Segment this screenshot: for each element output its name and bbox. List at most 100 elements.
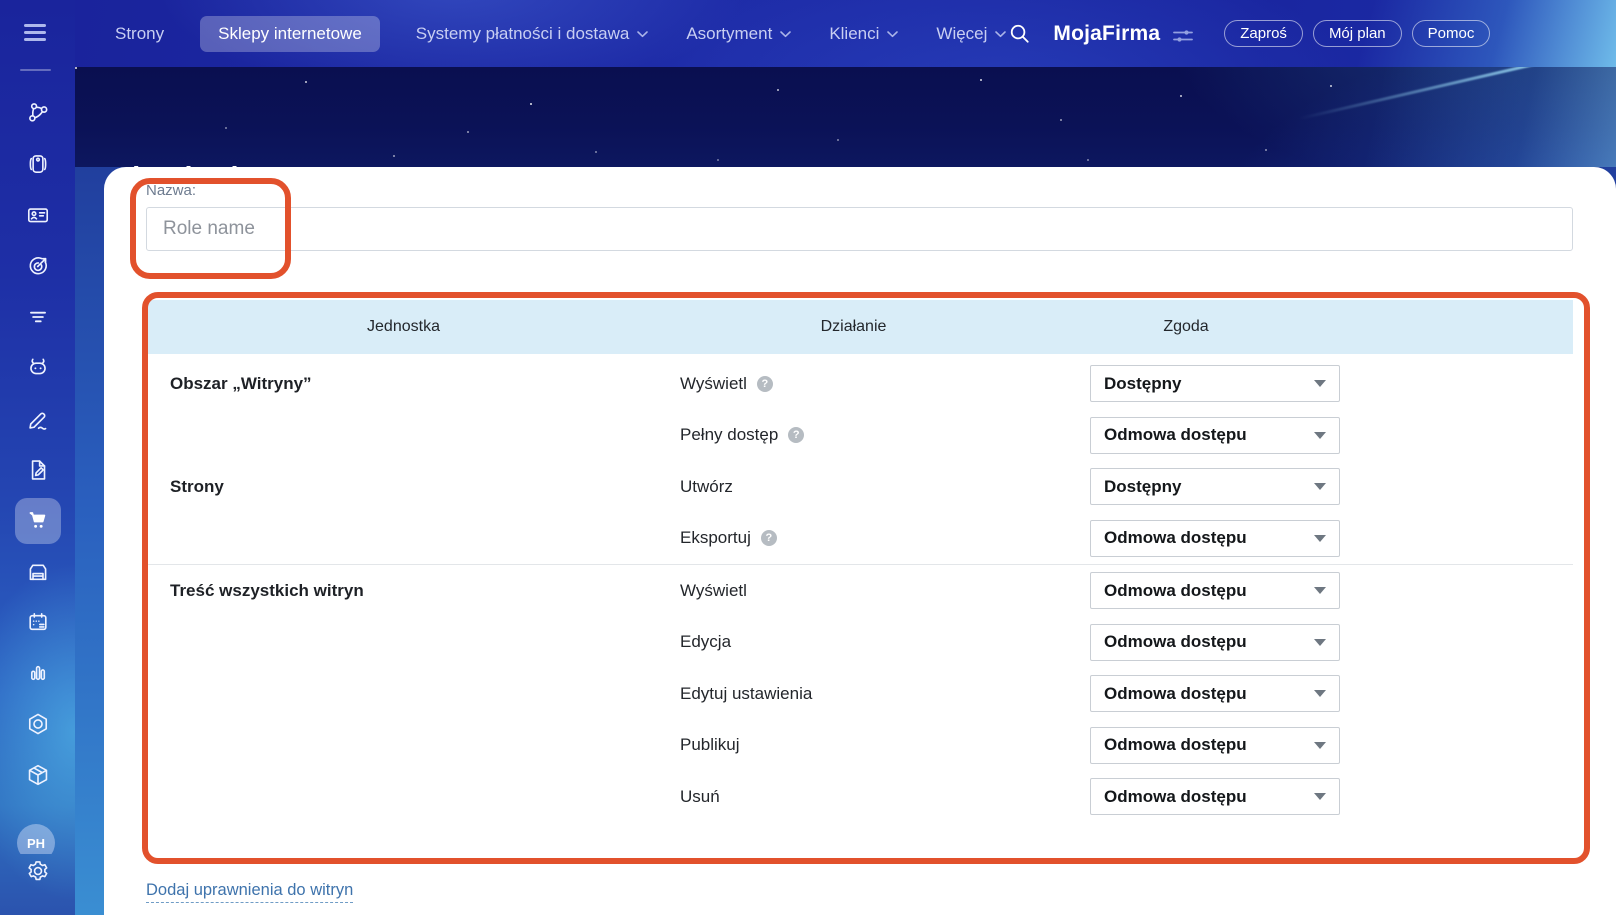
- gear-settings-icon[interactable]: [25, 858, 51, 884]
- permission-value: Odmowa dostępu: [1104, 735, 1247, 755]
- action-label: Edycja: [680, 632, 732, 652]
- sidebar-divider: [20, 69, 51, 71]
- hero-banner: Edytuj rolę: [75, 67, 1616, 167]
- topbar-button[interactable]: Pomoc: [1411, 20, 1491, 47]
- permission-value: Odmowa dostępu: [1104, 580, 1247, 600]
- permission-value: Odmowa dostępu: [1104, 683, 1247, 703]
- permission-row: Eksportuj ? Odmowa dostępu: [146, 513, 1573, 565]
- topbar-button[interactable]: Mój plan: [1312, 20, 1402, 47]
- storefront-icon[interactable]: [25, 559, 51, 585]
- nav-item-label: Więcej: [936, 23, 988, 43]
- chevron-down-icon: [887, 31, 899, 38]
- nav-item-label: Klienci: [829, 23, 880, 43]
- header-zgoda: Zgoda: [1163, 318, 1209, 335]
- help-icon[interactable]: ?: [760, 530, 777, 547]
- hexagon-apps-icon[interactable]: [25, 711, 51, 737]
- id-card-icon[interactable]: [25, 202, 51, 228]
- action-label: Usuń: [680, 786, 720, 806]
- permission-row: Publikuj Odmowa dostępu: [146, 720, 1573, 772]
- filter-funnel-icon[interactable]: [25, 304, 51, 330]
- permission-value: Odmowa dostępu: [1104, 786, 1247, 806]
- main-nav: Strony Sklepy internetowe Systemy płatno…: [113, 15, 1008, 52]
- avatar[interactable]: PH: [17, 824, 55, 854]
- permission-row: Usuń Odmowa dostępu: [146, 771, 1573, 823]
- entity-label: Treść wszystkich witryn: [170, 580, 364, 600]
- site-name[interactable]: MojaFirma: [1053, 22, 1160, 46]
- pencil-edit-icon[interactable]: [25, 407, 51, 433]
- comet-streak: [1298, 67, 1544, 121]
- nav-item[interactable]: Klienci: [827, 16, 900, 52]
- permission-dropdown[interactable]: Odmowa dostępu: [1090, 416, 1340, 454]
- permission-row: Edycja Odmowa dostępu: [146, 617, 1573, 669]
- nav-item[interactable]: Asortyment: [684, 16, 793, 52]
- topbar-button[interactable]: Zaproś: [1224, 20, 1303, 47]
- nav-item-label: Asortyment: [686, 23, 773, 43]
- chevron-down-icon: [637, 31, 649, 38]
- caret-down-icon: [1314, 587, 1326, 595]
- caret-down-icon: [1314, 741, 1326, 749]
- star-field: [75, 67, 77, 69]
- shopping-cart-icon[interactable]: [14, 498, 61, 544]
- action-label: Utwórz: [680, 476, 733, 496]
- nav-item[interactable]: Strony: [113, 16, 166, 52]
- target-marketing-icon[interactable]: [25, 253, 51, 279]
- topbar-right: MojaFirma Zaproś Mój plan Pomoc: [1008, 20, 1491, 47]
- help-icon[interactable]: ?: [788, 427, 805, 444]
- hamburger-menu-icon[interactable]: [24, 24, 46, 46]
- mobile-device-icon[interactable]: [25, 151, 51, 177]
- permission-dropdown[interactable]: Odmowa dostępu: [1090, 519, 1340, 557]
- permission-dropdown[interactable]: Odmowa dostępu: [1090, 675, 1340, 713]
- nav-item-label: Systemy płatności i dostawa: [415, 23, 630, 43]
- permissions-table-header: Jednostka Działanie Zgoda: [146, 300, 1573, 354]
- permission-value: Odmowa dostępu: [1104, 528, 1247, 548]
- chevron-down-icon: [995, 31, 1007, 38]
- entity-label: Obszar „Witryny”: [170, 373, 312, 393]
- share-network-icon[interactable]: [25, 100, 51, 126]
- header-dzialanie: Działanie: [820, 318, 887, 335]
- caret-down-icon: [1314, 483, 1326, 491]
- nav-item[interactable]: Sklepy internetowe: [200, 15, 380, 52]
- permission-dropdown[interactable]: Odmowa dostępu: [1090, 623, 1340, 661]
- permissions-table: Jednostka Działanie Zgoda Obszar „Witryn…: [146, 300, 1573, 823]
- chevron-down-icon: [780, 31, 792, 38]
- permission-dropdown[interactable]: Odmowa dostępu: [1090, 726, 1340, 764]
- edit-role-card: Nazwa: Jednostka Działanie Zgoda Obszar …: [104, 167, 1616, 915]
- document-sign-icon[interactable]: [25, 457, 51, 483]
- action-label: Edytuj ustawienia: [680, 683, 813, 703]
- search-icon[interactable]: [1008, 22, 1031, 45]
- action-label: Publikuj: [680, 735, 740, 755]
- topbar-buttons: Zaproś Mój plan Pomoc: [1224, 20, 1491, 47]
- permission-dropdown[interactable]: Odmowa dostępu: [1090, 572, 1340, 610]
- site-switcher-icon[interactable]: [1172, 28, 1194, 44]
- nav-item-label: Sklepy internetowe: [218, 23, 362, 43]
- permission-value: Dostępny: [1104, 476, 1182, 496]
- bar-chart-icon[interactable]: [25, 660, 51, 686]
- permission-dropdown[interactable]: Odmowa dostępu: [1090, 778, 1340, 816]
- help-icon[interactable]: ?: [756, 375, 773, 392]
- nav-item[interactable]: Systemy płatności i dostawa: [414, 16, 651, 52]
- robot-automation-icon[interactable]: [25, 354, 51, 380]
- action-label: Wyświetl: [680, 580, 747, 600]
- permission-row: Pełny dostęp ? Odmowa dostępu: [146, 410, 1573, 462]
- header-jednostka: Jednostka: [367, 318, 440, 335]
- role-name-input[interactable]: [146, 207, 1573, 251]
- permission-value: Odmowa dostępu: [1104, 425, 1247, 445]
- package-box-icon[interactable]: [25, 762, 51, 788]
- add-site-permissions-link[interactable]: Dodaj uprawnienia do witryn: [146, 881, 354, 903]
- permissions-rows: Obszar „Witryny” Wyświetl ? Dostępny Peł…: [146, 354, 1573, 823]
- caret-down-icon: [1314, 690, 1326, 698]
- permission-row: Strony Utwórz Dostępny: [146, 461, 1573, 513]
- permission-value: Dostępny: [1104, 373, 1182, 393]
- nav-item[interactable]: Więcej: [934, 16, 1008, 52]
- permission-dropdown[interactable]: Dostępny: [1090, 365, 1340, 403]
- avatar-clip: PH: [17, 824, 55, 854]
- entity-label: Strony: [170, 476, 224, 496]
- caret-down-icon: [1314, 793, 1326, 801]
- name-field-label: Nazwa:: [146, 182, 197, 199]
- action-label: Eksportuj: [680, 528, 751, 548]
- permission-dropdown[interactable]: Dostępny: [1090, 468, 1340, 506]
- caret-down-icon: [1314, 431, 1326, 439]
- topbar: Strony Sklepy internetowe Systemy płatno…: [0, 0, 1616, 67]
- calendar-booking-icon[interactable]: [25, 609, 51, 635]
- permission-row: Edytuj ustawienia Odmowa dostępu: [146, 668, 1573, 720]
